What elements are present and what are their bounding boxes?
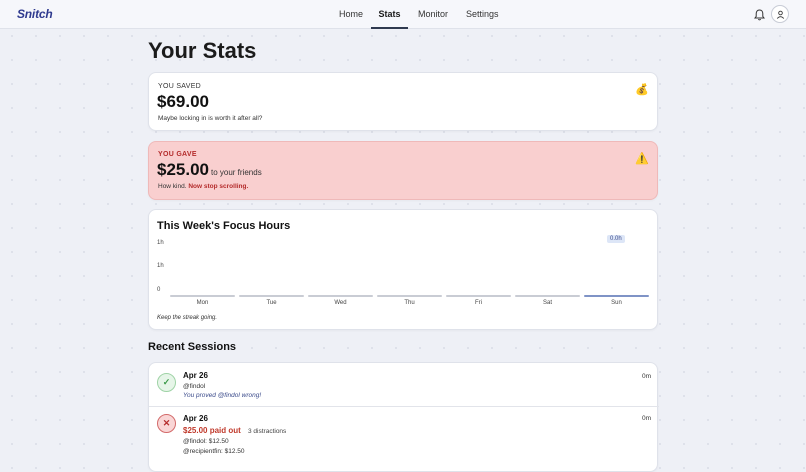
nav-settings[interactable]: Settings — [466, 9, 499, 29]
nav-home[interactable]: Home — [339, 9, 363, 29]
sessions-list: ✓ Apr 26 @findol You proved @findol wron… — [148, 362, 659, 472]
money-bag-icon: 💰 — [635, 84, 649, 96]
main-nav: Home Stats Monitor Settings — [0, 9, 806, 29]
avatar[interactable] — [771, 5, 789, 23]
bar-sat — [515, 295, 580, 297]
session-duration: 0m — [641, 415, 651, 422]
bell-icon[interactable] — [754, 8, 765, 21]
page-title: Your Stats — [148, 38, 257, 63]
y-tick-label: 1h — [157, 263, 164, 269]
gave-note: How kind. Now stop scrolling. — [158, 183, 248, 190]
saved-note: Maybe locking in is worth it after all? — [158, 115, 263, 122]
focus-hours-chart-card: This Week's Focus Hours 1h 1h 0 0.0h Mon… — [148, 209, 658, 330]
session-date: Apr 26 — [183, 414, 208, 423]
x-tick-label: Wed — [334, 300, 347, 306]
x-tick-label: Tue — [266, 300, 277, 306]
bar-tue — [239, 295, 304, 297]
top-nav-bar: Snitch Home Stats Monitor Settings — [0, 0, 806, 29]
x-tick-label: Sun — [611, 300, 622, 306]
saved-amount: $69.00 — [157, 92, 209, 111]
highlight-value-label: 0.0h — [607, 235, 625, 243]
nav-stats[interactable]: Stats — [371, 9, 408, 29]
x-tick-label: Thu — [404, 300, 415, 306]
gave-note-prefix: How kind. — [158, 183, 189, 190]
recent-sessions-title: Recent Sessions — [148, 341, 237, 353]
warning-icon: ⚠️ — [635, 153, 649, 165]
session-payout: @findol: $12.50 — [183, 438, 229, 445]
session-paid: $25.00 paid out — [183, 426, 241, 435]
gave-label: YOU GAVE — [158, 151, 197, 158]
session-payout: @recipientfin: $12.50 — [183, 448, 245, 455]
gave-suffix: to your friends — [211, 168, 262, 177]
bar-mon — [170, 295, 235, 297]
y-tick-label: 0 — [157, 287, 161, 293]
list-item[interactable]: ✓ Apr 26 @findol You proved @findol wron… — [149, 363, 659, 407]
session-distractions: 3 distractions — [248, 427, 287, 435]
bar-fri — [446, 295, 511, 297]
gave-card: YOU GAVE $25.00 to your friends How kind… — [148, 141, 658, 200]
session-message: You proved @findol wrong! — [183, 392, 262, 399]
x-tick-label: Mon — [196, 300, 209, 306]
saved-card: YOU SAVED $69.00 Maybe locking in is wor… — [148, 72, 658, 131]
session-date: Apr 26 — [183, 371, 208, 380]
user-icon — [776, 10, 785, 19]
chart-title: This Week's Focus Hours — [157, 220, 291, 232]
bar-sun — [584, 295, 649, 297]
nav-monitor[interactable]: Monitor — [418, 9, 448, 29]
saved-label: YOU SAVED — [158, 83, 202, 90]
bar-wed — [308, 295, 373, 297]
x-tick-label: Fri — [475, 300, 482, 306]
close-icon: ✕ — [157, 414, 176, 433]
chart-footer: Keep the streak going. — [157, 315, 218, 321]
list-item[interactable]: ✕ Apr 26 $25.00 paid out 3 distractions … — [149, 408, 659, 468]
session-handle: @findol — [183, 383, 206, 390]
check-icon: ✓ — [157, 373, 176, 392]
bar-thu — [377, 295, 442, 297]
gave-amount: $25.00 — [157, 160, 209, 179]
y-tick-label: 1h — [157, 240, 164, 246]
gave-note-strong: Now stop scrolling. — [188, 183, 249, 190]
x-tick-label: Sat — [542, 300, 552, 306]
session-duration: 0m — [641, 373, 651, 380]
